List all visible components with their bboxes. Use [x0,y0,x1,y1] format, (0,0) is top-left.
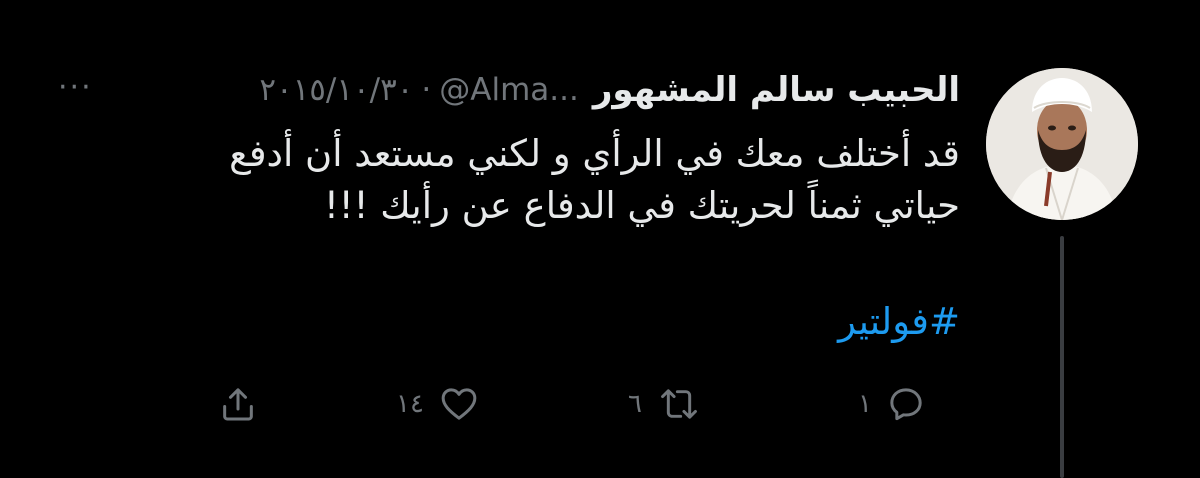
display-name[interactable]: الحبيب سالم المشهور [593,70,960,110]
avatar[interactable] [986,68,1138,220]
tweet-header: الحبيب سالم المشهور @Alma... · ٢٠١٥/١٠/٣… [259,62,960,118]
profile-photo-icon [986,68,1138,220]
share-icon [223,388,253,421]
thread-line [1060,236,1064,478]
reply-count: ١ [858,389,872,419]
hashtag-link[interactable]: #فولتير [838,300,960,343]
reply-button[interactable]: ١ [858,380,926,428]
tweet-text: قد أختلف معك في الرأي و لكني مستعد أن أد… [120,128,960,232]
retweet-count: ٦ [628,389,642,419]
retweet-button[interactable]: ٦ [628,380,702,428]
retweet-icon [661,389,697,419]
user-handle[interactable]: @Alma... [439,72,579,108]
share-button[interactable] [218,380,258,428]
separator-dot: · [421,72,432,108]
tweet-date[interactable]: ٢٠١٥/١٠/٣٠ [259,72,413,108]
heart-icon [441,388,477,420]
like-button[interactable]: ١٤ [396,380,480,428]
like-count: ١٤ [396,389,424,419]
more-options-button[interactable]: ··· [58,70,93,105]
reply-icon [890,388,922,421]
tweet-text-line: حياتي ثمناً لحريتك في الدفاع عن رأيك !!! [323,184,960,227]
tweet-text-line: قد أختلف معك في الرأي و لكني مستعد أن أد… [229,132,960,175]
